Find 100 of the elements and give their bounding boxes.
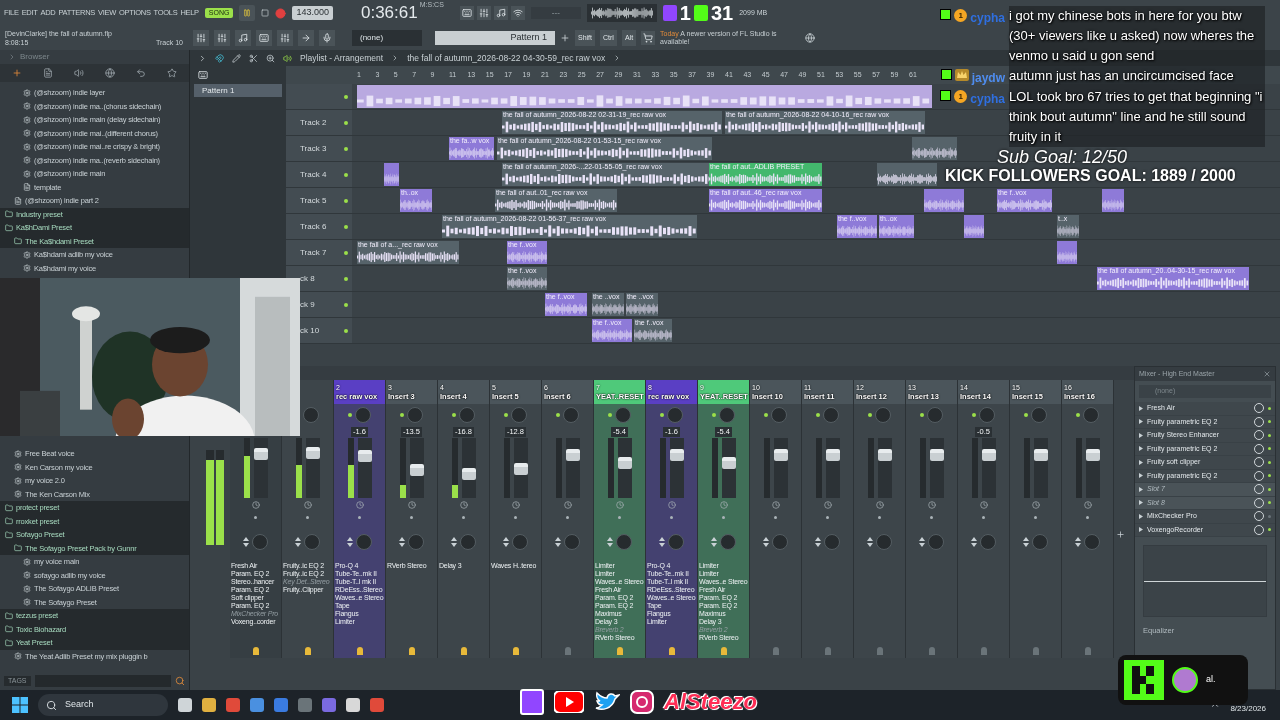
pattern-select[interactable]: (none) [352, 30, 422, 46]
pan-knob[interactable] [771, 407, 787, 423]
breadcrumb-item[interactable]: the fall of autumn_2026-08-22 04-30-59_rec raw vox [407, 51, 606, 65]
track-mute-light[interactable] [344, 94, 348, 99]
swap-icon[interactable] [919, 537, 925, 547]
swap-icon[interactable] [399, 537, 405, 547]
route-icon[interactable] [616, 647, 623, 655]
audio-clip[interactable] [384, 163, 399, 186]
pan-knob[interactable] [511, 407, 527, 423]
clock-icon[interactable] [563, 501, 572, 509]
expand-arrow-icon[interactable] [1139, 419, 1143, 425]
pan-knob[interactable] [667, 407, 683, 423]
pan-knob[interactable] [459, 407, 475, 423]
piano-roll-icon[interactable] [235, 30, 251, 46]
fader-handle[interactable] [357, 450, 372, 462]
track-mute-light[interactable] [344, 250, 348, 255]
route-icon[interactable] [356, 647, 363, 655]
zoom-icon[interactable] [266, 53, 275, 63]
pan-knob[interactable] [407, 407, 423, 423]
fader-handle[interactable] [513, 462, 528, 475]
sliders-icon[interactable] [476, 6, 491, 20]
track-mute-light[interactable] [344, 224, 348, 229]
clock-icon[interactable] [927, 501, 936, 509]
status-led[interactable] [712, 413, 716, 417]
close-icon[interactable] [1263, 370, 1271, 378]
expand-arrow-icon[interactable] [1139, 446, 1143, 452]
file-icon[interactable] [43, 68, 53, 78]
clock-icon[interactable] [719, 501, 728, 509]
taskbar-app-icon[interactable] [274, 698, 288, 712]
audio-clip[interactable] [357, 85, 932, 108]
playlist-icon[interactable] [256, 30, 272, 46]
swap-icon[interactable] [1075, 537, 1081, 547]
swap-icon[interactable] [711, 537, 717, 547]
swap-icon[interactable] [1023, 537, 1029, 547]
taskbar-app-icon[interactable] [346, 698, 360, 712]
taskbar-app-icon[interactable] [178, 698, 192, 712]
taskbar-app-icon[interactable] [202, 698, 216, 712]
pan-knob[interactable] [355, 407, 371, 423]
expand-arrow-icon[interactable] [1139, 432, 1143, 438]
audio-clip[interactable] [1102, 189, 1124, 212]
globe-icon[interactable] [105, 68, 115, 78]
route-icon[interactable] [668, 647, 675, 655]
track-mute-light[interactable] [344, 328, 348, 333]
swap-icon[interactable] [555, 537, 561, 547]
swap-icon[interactable] [243, 537, 249, 547]
status-led[interactable] [400, 413, 404, 417]
search-field[interactable]: Search [38, 694, 168, 716]
speaker-icon[interactable] [283, 53, 292, 63]
route-icon[interactable] [304, 647, 311, 655]
expand-arrow-icon[interactable] [1139, 527, 1143, 533]
swap-icon[interactable] [451, 537, 457, 547]
status-led[interactable] [920, 413, 924, 417]
route-icon[interactable] [252, 647, 259, 655]
status-led[interactable] [1024, 413, 1028, 417]
status-led[interactable] [764, 413, 768, 417]
audio-clip[interactable] [964, 215, 984, 238]
expand-arrow-icon[interactable] [1139, 405, 1143, 411]
track-mute-light[interactable] [344, 120, 348, 125]
clock-icon[interactable] [875, 501, 884, 509]
speaker-icon[interactable] [74, 68, 84, 78]
piano-icon[interactable] [198, 70, 208, 80]
record-icon[interactable] [275, 7, 287, 19]
status-led[interactable] [348, 413, 352, 417]
fader-handle[interactable] [409, 464, 424, 477]
clock-icon[interactable] [459, 501, 468, 509]
clock-icon[interactable] [615, 501, 624, 509]
search-icon[interactable] [175, 676, 185, 686]
fader-handle[interactable] [565, 448, 580, 461]
taskbar-app-icon[interactable] [370, 698, 384, 712]
clock-icon[interactable] [667, 501, 676, 509]
clock-icon[interactable] [355, 501, 364, 509]
fader-handle[interactable] [461, 467, 476, 480]
clock-icon[interactable] [251, 501, 260, 509]
undo-icon[interactable] [136, 68, 146, 78]
swap-icon[interactable] [815, 537, 821, 547]
clock-icon[interactable] [511, 501, 520, 509]
pan-knob[interactable] [719, 407, 735, 423]
audio-clip[interactable] [924, 189, 964, 212]
fader-handle[interactable] [877, 448, 892, 461]
status-led[interactable] [972, 413, 976, 417]
swap-icon[interactable] [607, 537, 613, 547]
pencil-icon[interactable] [232, 53, 241, 63]
swap-icon[interactable] [867, 537, 873, 547]
route-icon[interactable] [460, 647, 467, 655]
pan-knob[interactable] [615, 407, 631, 423]
expand-arrow-icon[interactable] [1139, 473, 1143, 479]
status-led[interactable] [816, 413, 820, 417]
add-icon[interactable] [560, 33, 570, 43]
magnet-icon[interactable] [215, 53, 224, 63]
fader-handle[interactable] [825, 448, 840, 461]
taskbar-app-icon[interactable] [226, 698, 240, 712]
piano-icon[interactable] [459, 6, 474, 20]
clock-icon[interactable] [1031, 501, 1040, 509]
pause-button[interactable] [239, 5, 256, 21]
add-icon[interactable] [1116, 530, 1125, 539]
status-led[interactable] [504, 413, 508, 417]
windows-icon[interactable] [12, 697, 28, 713]
audio-clip[interactable] [877, 163, 937, 186]
globe-icon[interactable] [805, 33, 816, 43]
status-led[interactable] [608, 413, 612, 417]
